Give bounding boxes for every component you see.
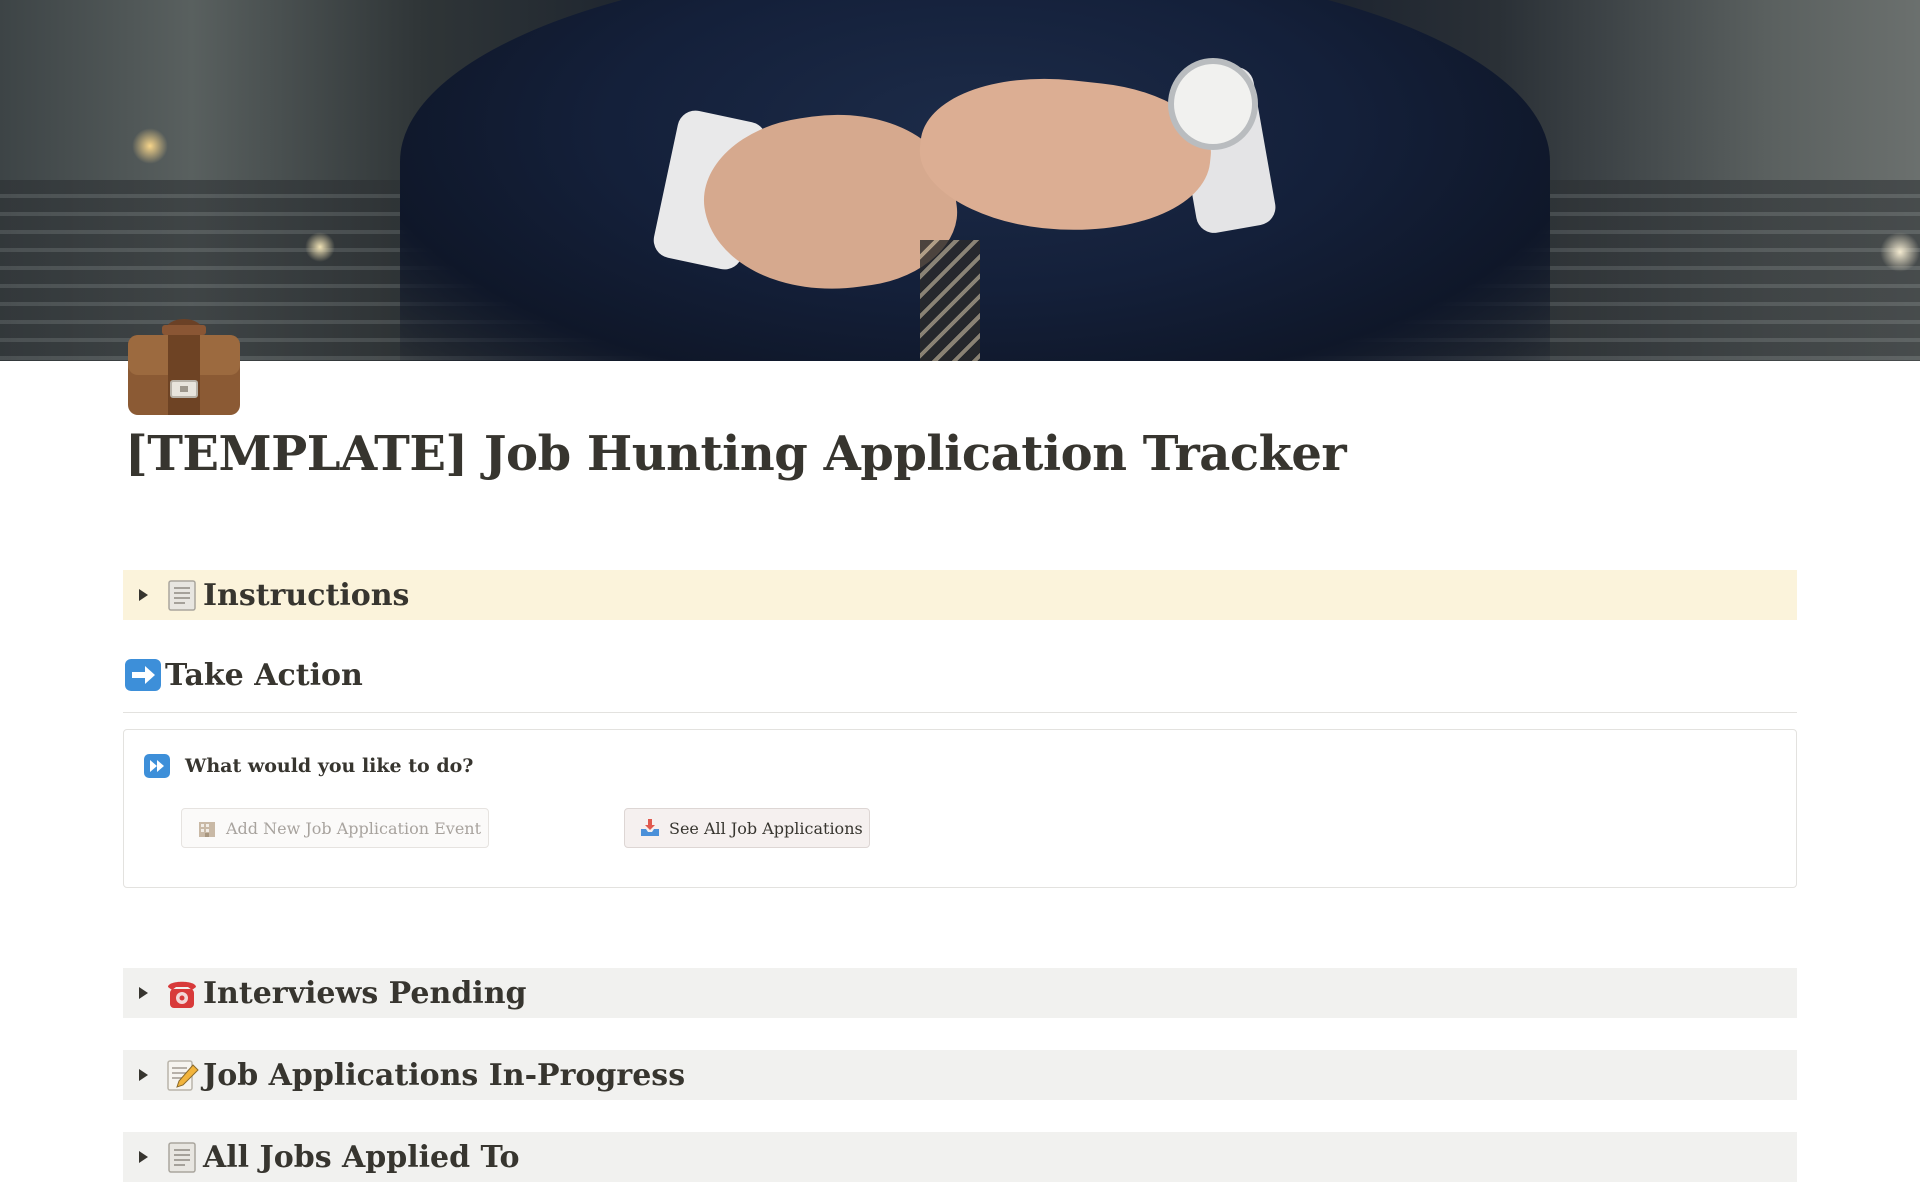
fast-forward-icon <box>143 752 171 780</box>
cover-light <box>305 232 335 262</box>
cover-image <box>0 0 1920 361</box>
cover-light <box>1880 232 1920 272</box>
see-all-job-applications-button[interactable]: See All Job Applications <box>624 808 870 848</box>
page-title: [TEMPLATE] Job Hunting Application Track… <box>125 426 1347 482</box>
take-action-heading: Take Action <box>123 651 363 699</box>
toggle-label: Interviews Pending <box>203 975 527 1011</box>
toggle-instructions[interactable]: Instructions <box>123 570 1797 620</box>
inbox-tray-icon <box>639 817 661 839</box>
cover-light <box>132 128 168 164</box>
cover-tie <box>920 240 980 361</box>
callout-question-row: What would you like to do? <box>143 752 473 780</box>
toggle-all-jobs-applied-to[interactable]: All Jobs Applied To <box>123 1132 1797 1182</box>
add-job-application-button[interactable]: Add New Job Application Event <box>181 808 489 848</box>
toggle-arrow-icon[interactable] <box>129 979 157 1007</box>
toggle-label: Instructions <box>203 577 410 613</box>
toggle-label: Job Applications In-Progress <box>203 1057 686 1093</box>
divider <box>123 712 1797 713</box>
toggle-job-applications-in-progress[interactable]: Job Applications In-Progress <box>123 1050 1797 1100</box>
toggle-label: All Jobs Applied To <box>203 1139 520 1175</box>
action-callout: What would you like to do? Add New Job A… <box>123 729 1797 888</box>
scroll-icon <box>163 576 201 614</box>
toggle-arrow-icon[interactable] <box>129 1061 157 1089</box>
toggle-arrow-icon[interactable] <box>129 581 157 609</box>
office-building-icon <box>196 817 218 839</box>
scroll-icon <box>163 1138 201 1176</box>
toggle-interviews-pending[interactable]: Interviews Pending <box>123 968 1797 1018</box>
callout-question: What would you like to do? <box>185 755 474 777</box>
cover-watch <box>1168 58 1258 150</box>
toggle-arrow-icon[interactable] <box>129 1143 157 1171</box>
heading-label: Take Action <box>165 657 363 693</box>
button-label: Add New Job Application Event <box>226 818 482 838</box>
memo-icon <box>163 1056 201 1094</box>
briefcase-icon[interactable] <box>124 311 244 419</box>
button-label: See All Job Applications <box>669 818 863 838</box>
telephone-icon <box>163 974 201 1012</box>
right-arrow-icon <box>123 655 163 695</box>
